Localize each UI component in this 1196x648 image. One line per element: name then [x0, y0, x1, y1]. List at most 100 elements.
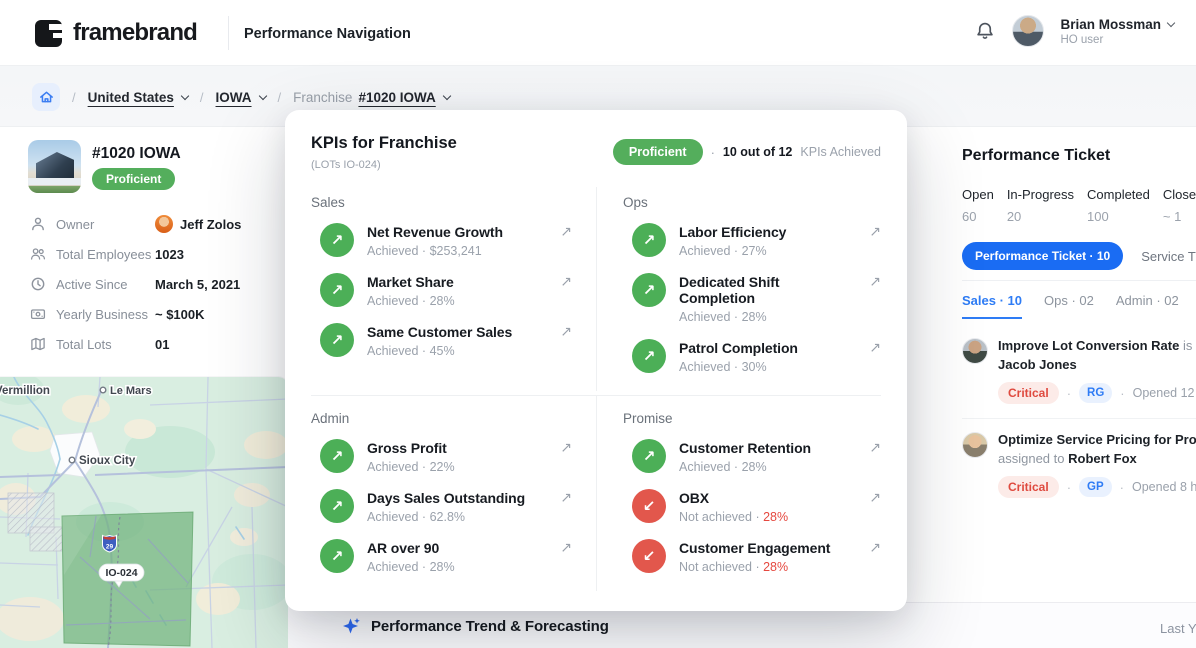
tab-service-ticket[interactable]: Service Ticket	[1141, 249, 1196, 264]
kpi-status: Achieved	[367, 460, 418, 474]
open-kpi-link-icon[interactable]: ↗	[560, 540, 572, 556]
open-kpi-link-icon[interactable]: ↗	[869, 274, 881, 290]
open-kpi-link-icon[interactable]: ↗	[869, 540, 881, 556]
road-shield-number: 29	[106, 544, 114, 551]
stat-label: Closed	[1163, 187, 1196, 202]
people-icon	[30, 246, 46, 262]
brand-logo-icon	[35, 20, 62, 47]
kpi-title: Days Sales Outstanding	[367, 490, 547, 506]
kpi-row: ↗ Same Customer Sales Achieved · 45% ↗	[320, 323, 572, 358]
region-tag-label: IO-024	[105, 567, 137, 579]
kpi-value: 27%	[742, 244, 767, 258]
notifications-bell-icon[interactable]	[974, 20, 996, 42]
assignee-avatar	[962, 338, 988, 364]
brand-logo[interactable]: framebrand	[35, 19, 197, 47]
assignee-avatar	[962, 432, 988, 458]
status-badge: Proficient	[92, 168, 175, 190]
home-button[interactable]	[32, 83, 60, 111]
tab-performance-ticket[interactable]: Performance Ticket · 10	[962, 242, 1123, 270]
trend-range-selector[interactable]: Last Y	[1160, 621, 1196, 636]
open-kpi-link-icon[interactable]: ↗	[869, 490, 881, 506]
breadcrumb-franchise[interactable]: #1020 IOWA	[358, 90, 435, 105]
open-kpi-link-icon[interactable]: ↗	[869, 440, 881, 456]
dot-separator: ·	[734, 310, 738, 324]
kpi-title: Customer Engagement	[679, 540, 856, 556]
kpi-status: Not achieved	[679, 510, 752, 524]
kpi-title: OBX	[679, 490, 856, 506]
dot-separator: ·	[711, 145, 715, 160]
kpi-row: ↗ Customer Retention Achieved · 28% ↗	[632, 439, 881, 474]
open-kpi-link-icon[interactable]: ↗	[560, 324, 572, 340]
breadcrumb-separator: /	[72, 90, 76, 105]
section-title: Ops	[623, 195, 881, 210]
kpi-title: Patrol Completion	[679, 340, 856, 356]
dot-separator: ·	[734, 244, 738, 258]
top-header: framebrand Performance Navigation Brian …	[0, 0, 1196, 66]
user-role: HO user	[1060, 34, 1174, 46]
territory-map[interactable]: 29 Vermillion Le Mars Sioux City IO-024	[0, 377, 288, 648]
trend-down-icon: ↙	[632, 489, 666, 523]
kpi-title: AR over 90	[367, 540, 547, 556]
kpi-achieved-count: 10 out of 12	[723, 145, 792, 159]
kpi-row: ↙ OBX Not achieved · 28% ↗	[632, 489, 881, 524]
breadcrumb-state[interactable]: IOWA	[216, 90, 252, 105]
stat-in-progress: In-Progress 20	[1007, 187, 1074, 224]
chevron-down-icon	[1167, 19, 1175, 27]
kpi-value: 62.8%	[430, 510, 465, 524]
kpi-title: Market Share	[367, 274, 547, 290]
open-kpi-link-icon[interactable]: ↗	[560, 274, 572, 290]
user-avatar[interactable]	[1012, 15, 1044, 47]
kpi-summary: Proficient · 10 out of 12 KPIs Achieved	[613, 139, 881, 165]
kpi-value: 22%	[430, 460, 455, 474]
clock-icon	[30, 276, 46, 292]
section-title: Admin	[311, 411, 572, 426]
stat-value: 20	[1007, 209, 1074, 224]
ticket-connector: is assigned to	[1183, 338, 1196, 353]
category-subtabs: Sales · 10 Ops · 02 Admin · 02 Promise	[962, 293, 1196, 319]
kpi-section-promise: Promise ↗ Customer Retention Achieved · …	[596, 395, 881, 591]
open-kpi-link-icon[interactable]: ↗	[560, 490, 572, 506]
kpi-row: ↗ AR over 90 Achieved · 28% ↗	[320, 539, 572, 574]
kpi-row: ↗ Days Sales Outstanding Achieved · 62.8…	[320, 489, 572, 524]
subtab-ops[interactable]: Ops · 02	[1044, 293, 1094, 319]
stat-closed: Closed ~ 1	[1163, 187, 1196, 224]
ticket-opened-time: Opened 12 hrs ago	[1133, 386, 1196, 400]
info-label: Yearly Business	[56, 307, 148, 322]
open-kpi-link-icon[interactable]: ↗	[869, 224, 881, 240]
info-row-active-since: Active Since March 5, 2021	[30, 274, 270, 294]
info-row-yearly-business: Yearly Business ~ $100K	[30, 304, 270, 324]
info-value: ~ $100K	[155, 307, 205, 322]
user-menu[interactable]: Brian Mossman HO user	[1060, 17, 1174, 46]
ticket-item[interactable]: Optimize Service Pricing for Profitabili…	[962, 418, 1196, 512]
ticket-item[interactable]: Improve Lot Conversion Rate is assigned …	[962, 325, 1196, 418]
map-label-vermillion: Vermillion	[0, 385, 50, 397]
open-kpi-link-icon[interactable]: ↗	[560, 440, 572, 456]
ticket-panel-title: Performance Ticket	[962, 147, 1196, 165]
stat-value: ~ 1	[1163, 209, 1196, 224]
map-icon	[30, 336, 46, 352]
breadcrumb-separator: /	[278, 90, 282, 105]
breadcrumb-country[interactable]: United States	[88, 90, 174, 105]
open-kpi-link-icon[interactable]: ↗	[869, 340, 881, 356]
open-kpi-link-icon[interactable]: ↗	[560, 224, 572, 240]
ticket-opened-time: Opened 8 hrs ago	[1132, 480, 1196, 494]
kpi-section-ops: Ops ↗ Labor Efficiency Achieved · 27% ↗ …	[596, 187, 881, 391]
subtab-admin[interactable]: Admin · 02	[1116, 293, 1179, 319]
header-divider	[228, 16, 229, 50]
chevron-down-icon[interactable]	[258, 92, 266, 100]
chevron-down-icon[interactable]	[181, 92, 189, 100]
kpi-row: ↗ Gross Profit Achieved · 22% ↗	[320, 439, 572, 474]
map-label-le-mars: Le Mars	[110, 385, 152, 397]
chevron-down-icon[interactable]	[442, 92, 450, 100]
dot-separator: ·	[755, 510, 759, 524]
trend-up-icon: ↗	[320, 439, 354, 473]
franchise-photo	[28, 140, 81, 193]
trend-up-icon: ↗	[632, 223, 666, 257]
kpi-value: 28%	[430, 560, 455, 574]
subtab-sales[interactable]: Sales · 10	[962, 293, 1022, 319]
kpi-title: Dedicated Shift Completion	[679, 274, 856, 306]
ticket-connector2: assigned to	[998, 451, 1065, 466]
ticket-assignee: Robert Fox	[1068, 451, 1137, 466]
info-label: Active Since	[56, 277, 128, 292]
owner-avatar	[155, 215, 173, 233]
